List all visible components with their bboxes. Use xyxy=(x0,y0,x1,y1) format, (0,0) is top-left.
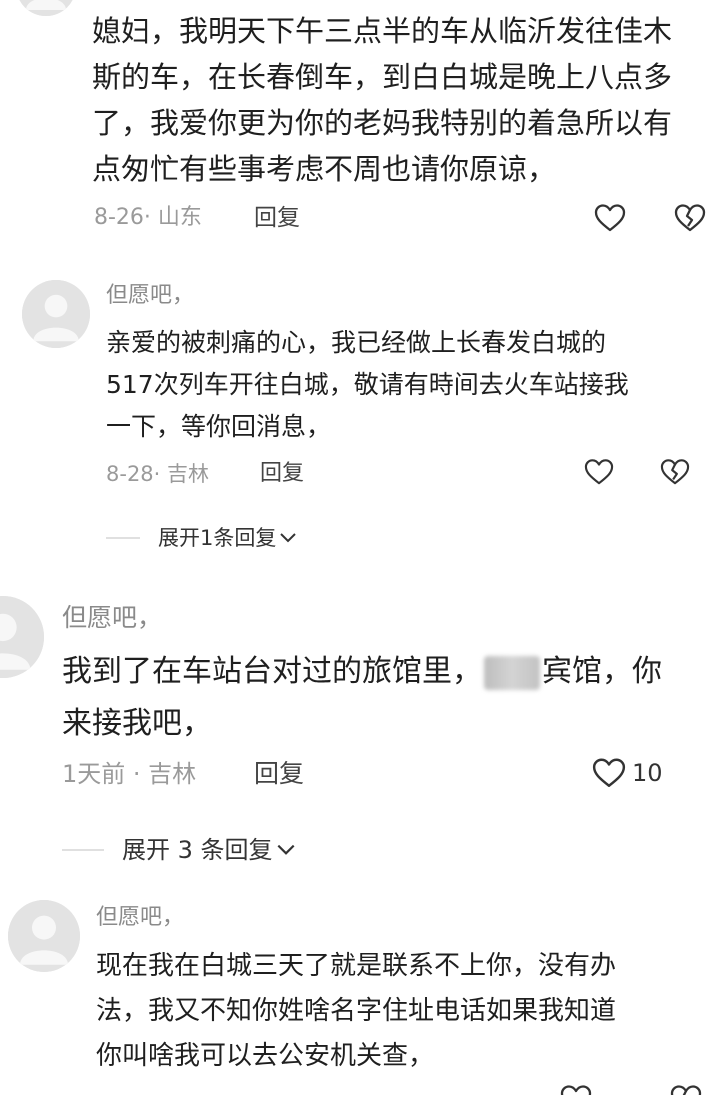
comment-content: 现在我在白城三天了就是联系不上你，没有办 法，我又不知你姓啥名字住址电话如果我知… xyxy=(96,944,616,1079)
comment-content: 我到了在车站台对过的旅馆里， 宾馆，你 来接我吧， xyxy=(62,646,662,750)
dislike-button[interactable] xyxy=(674,203,706,233)
expand-replies-button[interactable]: 展开 3 条回复 xyxy=(62,834,297,866)
reply-button[interactable]: 回复 xyxy=(254,204,300,232)
expand-replies-button[interactable]: 展开1条回复 xyxy=(106,524,298,552)
comment-content-line: 你叫啥我可以去公安机关查， xyxy=(96,1041,435,1071)
heart-outline-icon xyxy=(560,1085,592,1095)
dislike-button[interactable] xyxy=(660,458,690,486)
reply-button[interactable]: 回复 xyxy=(260,460,304,488)
like-button[interactable] xyxy=(560,1084,592,1095)
broken-heart-icon xyxy=(670,1085,702,1095)
avatar[interactable] xyxy=(8,900,80,972)
like-button[interactable] xyxy=(584,458,614,486)
default-avatar-icon xyxy=(16,0,76,16)
heart-outline-icon xyxy=(592,758,626,787)
reply-button[interactable]: 回复 xyxy=(254,758,304,790)
comment-content: 亲爱的被刺痛的心，我已经做上长春发白城的 517次列车开往白城，敬请有時间去火车… xyxy=(106,322,629,448)
expand-divider xyxy=(62,849,104,851)
comment-username[interactable]: 但愿吧， xyxy=(62,602,162,634)
comment-username[interactable]: 但愿吧， xyxy=(96,904,184,932)
like-button[interactable]: 10 xyxy=(592,757,663,789)
comment-content-line: 了，我爱你更为你的老妈我特别的着急所以有 xyxy=(92,106,673,140)
comment-content-line: 法，我又不知你姓啥名字住址电话如果我知道 xyxy=(96,996,617,1026)
comment-content-segment: 宾馆，你 xyxy=(542,654,662,689)
broken-heart-icon xyxy=(660,459,690,485)
comment-thread-screen: 媳妇，我明天下午三点半的车从临沂发往佳木 斯的车，在长春倒车，到白白城是晚上八点… xyxy=(0,0,708,1095)
comment-content-line: 斯的车，在长春倒车，到白白城是晚上八点多 xyxy=(92,60,673,94)
redacted-text-blur xyxy=(484,655,540,690)
comment-meta: 8-26· 山东 xyxy=(94,205,202,230)
comment-content-line: 点匆忙有些事考虑不周也请你原谅， xyxy=(92,152,557,186)
like-button[interactable] xyxy=(594,203,626,233)
broken-heart-icon xyxy=(674,204,706,232)
comment-content-segment: 我到了在车站台对过的旅馆里， xyxy=(62,654,482,689)
comment-content-line: 来接我吧， xyxy=(62,706,212,741)
avatar[interactable] xyxy=(0,596,44,678)
expand-replies-label: 展开 3 条回复 xyxy=(122,836,273,864)
heart-outline-icon xyxy=(584,459,614,485)
avatar[interactable] xyxy=(16,0,76,16)
comment-username[interactable]: 但愿吧， xyxy=(106,282,194,310)
comment-content-line: 亲爱的被刺痛的心，我已经做上长春发白城的 xyxy=(106,328,607,357)
comment-content-line: 我到了在车站台对过的旅馆里， 宾馆，你 xyxy=(62,646,662,698)
chevron-down-icon xyxy=(277,844,295,855)
default-avatar-icon xyxy=(22,280,90,348)
comment-content-line: 一下，等你回消息， xyxy=(106,412,332,441)
comment-content-line: 现在我在白城三天了就是联系不上你，没有办 xyxy=(96,951,617,981)
comment-meta: 8-28· 吉林 xyxy=(106,462,210,486)
comment-meta: 1天前 · 吉林 xyxy=(62,760,197,788)
heart-outline-icon xyxy=(594,204,626,232)
default-avatar-icon xyxy=(0,596,44,678)
expand-replies-label: 展开1条回复 xyxy=(158,526,277,550)
chevron-down-icon xyxy=(280,533,297,543)
like-count: 10 xyxy=(632,759,663,787)
dislike-button[interactable] xyxy=(670,1084,702,1095)
comment-content: 媳妇，我明天下午三点半的车从临沂发往佳木 斯的车，在长春倒车，到白白城是晚上八点… xyxy=(92,8,672,192)
expand-divider xyxy=(106,537,140,539)
avatar[interactable] xyxy=(22,280,90,348)
default-avatar-icon xyxy=(8,900,80,972)
comment-content-line: 517次列车开往白城，敬请有時间去火车站接我 xyxy=(106,370,629,399)
comment-content-line: 媳妇，我明天下午三点半的车从临沂发往佳木 xyxy=(92,14,673,48)
